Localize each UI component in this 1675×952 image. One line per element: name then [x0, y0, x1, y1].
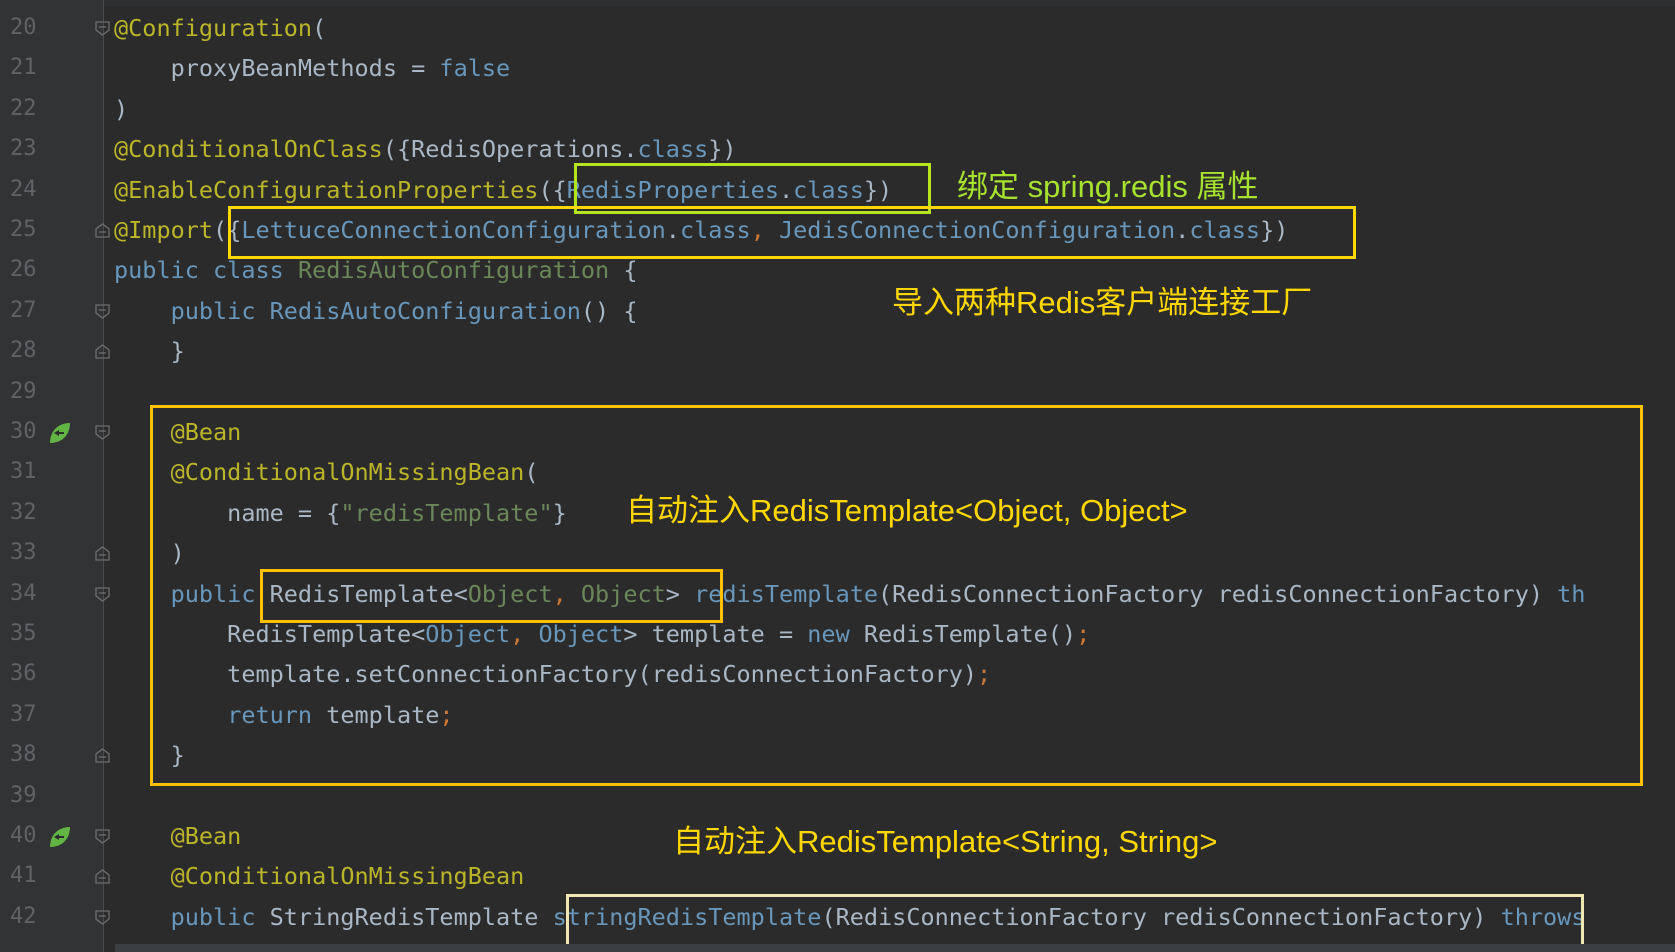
highlight-string-template-method: [566, 894, 1584, 948]
line-number: 40: [10, 823, 37, 848]
highlight-object-template-type: [260, 569, 723, 623]
code-token: @EnableConfigurationProperties: [114, 175, 539, 204]
fold-marker-icon[interactable]: [95, 425, 110, 440]
note-import-factories: 导入两种Redis客户端连接工厂: [892, 285, 1313, 320]
editor-top-strip: [0, 0, 1675, 6]
line-number: 33: [10, 540, 37, 566]
code-token: @ConditionalOnClass: [114, 135, 383, 164]
code-token: ): [114, 94, 129, 123]
code-token: ({: [538, 175, 567, 204]
line-number: 38: [10, 742, 37, 768]
code-text: proxyBeanMethods = false: [114, 53, 511, 83]
horizontal-scrollbar[interactable]: [115, 944, 1675, 952]
line-number: 28: [10, 338, 37, 364]
code-token: ({RedisOperations.: [382, 135, 638, 164]
line-number: 35: [10, 621, 37, 646]
line-number: 27: [10, 297, 37, 323]
line-number: 30: [10, 419, 37, 444]
code-token: false: [439, 54, 511, 83]
code-token: public class: [114, 256, 298, 285]
highlight-import-configurations: [228, 206, 1356, 259]
fold-marker-icon[interactable]: [95, 546, 110, 561]
code-token: RedisAutoConfiguration: [297, 256, 610, 285]
code-line[interactable]: 20 @Configuration(: [0, 9, 1675, 49]
code-token: public: [170, 902, 270, 931]
code-line[interactable]: 41 @ConditionalOnMissingBean: [0, 857, 1675, 897]
fold-marker-icon[interactable]: [95, 21, 110, 36]
line-number: 34: [10, 580, 37, 606]
line-number: 37: [10, 701, 37, 727]
line-number: 42: [10, 903, 37, 929]
line-number: 21: [10, 55, 37, 81]
code-line[interactable]: 27 public RedisAutoConfiguration() {: [0, 292, 1675, 332]
code-text: @ConditionalOnMissingBean: [114, 861, 525, 891]
fold-marker-icon[interactable]: [95, 304, 110, 319]
line-number: 41: [10, 863, 37, 889]
spring-bean-gutter-icon[interactable]: [46, 823, 74, 851]
code-token: (: [312, 14, 327, 42]
code-text: }: [114, 336, 185, 366]
line-number: 25: [10, 217, 37, 242]
line-number: 26: [10, 257, 37, 283]
fold-marker-icon[interactable]: [95, 223, 110, 238]
line-number: 20: [10, 15, 37, 40]
line-number: 32: [10, 499, 37, 525]
note-inject-object-template: 自动注入RedisTemplate<Object, Object>: [626, 493, 1188, 528]
code-token: @Import: [114, 216, 214, 244]
code-token: () {: [580, 296, 638, 325]
code-token: StringRedisTemplate: [269, 902, 553, 931]
line-number: 29: [10, 378, 37, 404]
code-token: @ConditionalOnMissingBean: [170, 862, 525, 891]
code-text: @Configuration(: [114, 13, 326, 43]
code-text: @ConditionalOnClass({RedisOperations.cla…: [114, 134, 737, 164]
line-number: 23: [10, 136, 37, 162]
fold-marker-icon[interactable]: [95, 829, 110, 844]
code-line[interactable]: 21 proxyBeanMethods = false: [0, 49, 1675, 89]
code-token: }): [708, 135, 737, 164]
line-number: 31: [10, 459, 37, 485]
code-token: proxyBeanMethods =: [114, 54, 440, 83]
line-number: 39: [10, 782, 37, 808]
code-token: RedisAutoConfiguration: [269, 296, 581, 325]
code-token: @Bean: [170, 822, 242, 850]
code-token: class: [637, 135, 709, 164]
code-token: public: [170, 296, 270, 325]
code-editor[interactable]: 20 @Configuration(21 proxyBeanMethods = f…: [0, 0, 1675, 952]
note-inject-string-template: 自动注入RedisTemplate<String, String>: [673, 824, 1218, 859]
spring-bean-gutter-icon[interactable]: [46, 419, 74, 447]
code-line[interactable]: 28 }: [0, 332, 1675, 372]
code-text: @Bean: [114, 821, 242, 851]
line-number: 24: [10, 176, 37, 202]
fold-marker-icon[interactable]: [95, 586, 110, 602]
code-text: public RedisAutoConfiguration() {: [114, 296, 638, 326]
code-token: {: [609, 256, 638, 285]
fold-marker-icon[interactable]: [95, 910, 110, 925]
code-text: public class RedisAutoConfiguration {: [114, 255, 638, 285]
fold-marker-icon[interactable]: [95, 344, 110, 359]
line-number: 36: [10, 661, 37, 687]
code-line[interactable]: 22): [0, 90, 1675, 130]
line-number: 22: [10, 95, 37, 121]
code-token: @Configuration: [114, 14, 313, 42]
code-text: ): [114, 94, 128, 124]
note-bind-properties: 绑定 spring.redis 属性: [957, 169, 1259, 204]
fold-marker-icon[interactable]: [95, 869, 110, 885]
fold-marker-icon[interactable]: [95, 748, 110, 763]
code-token: }: [114, 337, 185, 366]
